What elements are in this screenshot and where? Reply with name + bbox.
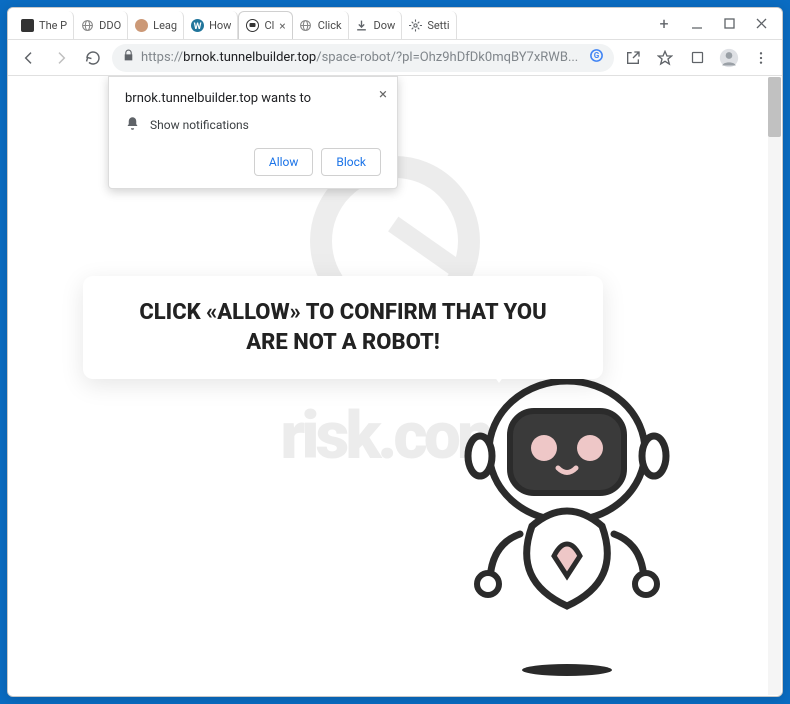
svg-text:G: G xyxy=(594,50,600,60)
url-text: https://brnok.tunnelbuilder.top/space-ro… xyxy=(141,50,583,65)
tab-label: Cl xyxy=(264,19,274,32)
tab[interactable]: W How xyxy=(184,11,238,39)
tab[interactable]: Dow xyxy=(349,11,403,39)
tab[interactable]: Click xyxy=(293,11,349,39)
tab-label: DDO xyxy=(99,19,121,32)
favicon xyxy=(80,18,94,32)
viewport: PC risk.com × brnok.tunnelbuilder.top wa… xyxy=(8,76,782,696)
favicon xyxy=(245,19,259,33)
close-button[interactable] xyxy=(754,18,768,30)
window-controls xyxy=(676,18,782,30)
tab[interactable]: The P xyxy=(14,11,74,39)
bell-icon xyxy=(125,116,140,134)
speech-bubble: CLICK «ALLOW» TO CONFIRM THAT YOUARE NOT… xyxy=(83,276,603,379)
favicon xyxy=(408,18,422,32)
tab-label: The P xyxy=(39,19,67,32)
tab[interactable]: Leag xyxy=(128,11,184,39)
notification-permission-popup: × brnok.tunnelbuilder.top wants to Show … xyxy=(108,76,398,189)
favicon: W xyxy=(190,18,204,32)
notification-body: Show notifications xyxy=(150,118,249,132)
new-tab-button[interactable]: + xyxy=(652,12,676,36)
scrollbar[interactable] xyxy=(768,77,781,695)
tab-label: Setti xyxy=(427,19,449,32)
titlebar: The P DDO Leag W How Cl × Click Dow Setti + xyxy=(8,8,782,40)
google-icon[interactable]: G xyxy=(589,48,604,67)
notification-title: brnok.tunnelbuilder.top wants to xyxy=(125,91,381,106)
minimize-button[interactable] xyxy=(690,18,704,30)
reload-button[interactable] xyxy=(80,45,106,71)
tab[interactable]: DDO xyxy=(74,11,128,39)
extensions-icon[interactable] xyxy=(684,45,710,71)
tab-label: Leag xyxy=(153,19,177,32)
allow-button[interactable]: Allow xyxy=(254,148,314,176)
toolbar: https://brnok.tunnelbuilder.top/space-ro… xyxy=(8,40,782,76)
menu-icon[interactable] xyxy=(748,45,774,71)
browser-window: The P DDO Leag W How Cl × Click Dow Setti + https… xyxy=(7,7,783,697)
svg-text:W: W xyxy=(193,22,201,32)
share-icon[interactable] xyxy=(620,45,646,71)
tab-label: How xyxy=(209,19,231,32)
profile-icon[interactable] xyxy=(716,45,742,71)
tab[interactable]: Setti xyxy=(402,11,456,39)
bookmark-icon[interactable] xyxy=(652,45,678,71)
robot-illustration xyxy=(442,356,692,676)
tab[interactable]: Cl × xyxy=(238,11,292,39)
address-bar[interactable]: https://brnok.tunnelbuilder.top/space-ro… xyxy=(112,44,614,72)
speech-text: CLICK «ALLOW» TO CONFIRM THAT YOUARE NOT… xyxy=(109,298,577,357)
tab-strip: The P DDO Leag W How Cl × Click Dow Setti xyxy=(8,8,648,39)
block-button[interactable]: Block xyxy=(321,148,381,176)
favicon xyxy=(355,18,369,32)
robot-shadow xyxy=(522,664,612,676)
close-icon[interactable]: × xyxy=(379,85,387,103)
favicon xyxy=(299,18,313,32)
tab-label: Click xyxy=(318,19,342,32)
back-button[interactable] xyxy=(16,45,42,71)
maximize-button[interactable] xyxy=(722,18,736,30)
favicon xyxy=(134,18,148,32)
lock-icon xyxy=(122,49,135,66)
favicon xyxy=(20,18,34,32)
forward-button[interactable] xyxy=(48,45,74,71)
close-icon[interactable]: × xyxy=(279,19,285,33)
tab-label: Dow xyxy=(374,19,396,32)
